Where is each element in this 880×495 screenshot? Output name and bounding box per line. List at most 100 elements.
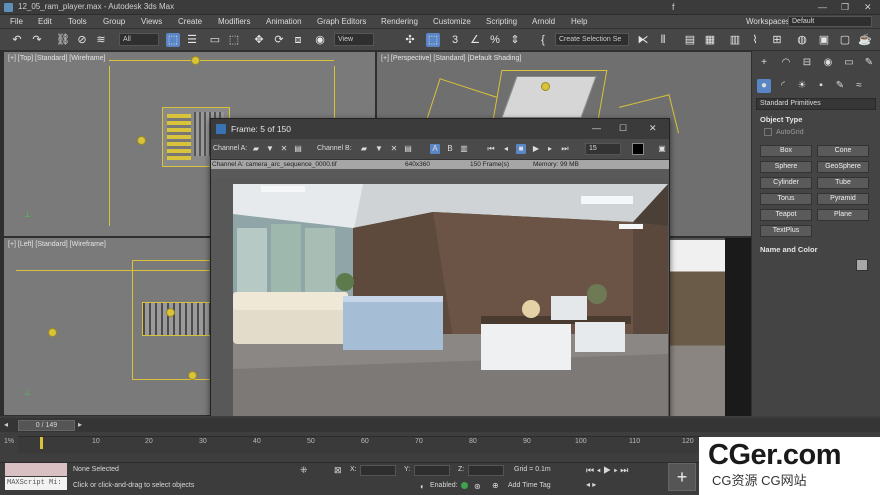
mirror-icon[interactable]: ⧔ [636, 33, 650, 47]
primitive-category-select[interactable]: Standard Primitives [756, 98, 876, 110]
add-key-icon[interactable]: + [668, 463, 696, 491]
go-to-start-icon[interactable]: ⏮ [486, 144, 496, 154]
object-color-swatch[interactable] [856, 259, 868, 271]
select-by-name-icon[interactable]: ☰ [185, 33, 199, 47]
playback-frame-rate-select[interactable]: 15 [585, 143, 621, 155]
link-icon[interactable]: ⛓ [56, 33, 70, 47]
menu-modifiers[interactable]: Modifiers [218, 17, 250, 26]
maxscript-listener[interactable] [5, 463, 67, 476]
ribbon-icon[interactable]: ▥ [728, 33, 742, 47]
menu-arnold[interactable]: Arnold [532, 17, 555, 26]
z-coord-field[interactable] [468, 465, 504, 476]
viewport-label-top[interactable]: [+] [Top] [Standard] [Wireframe] [8, 55, 105, 62]
menu-help[interactable]: Help [571, 17, 587, 26]
menu-group[interactable]: Group [103, 17, 125, 26]
menu-graph-editors[interactable]: Graph Editors [317, 17, 366, 26]
playback-controls[interactable]: ⏮ ◂ ▶ ▸ ⏭ [586, 465, 628, 476]
render-setup-icon[interactable]: ▣ [817, 33, 831, 47]
named-selection-set[interactable]: Create Selection Se [555, 33, 629, 46]
tube-button[interactable]: Tube [817, 177, 869, 189]
previous-frame-icon[interactable]: ◂ [501, 144, 511, 154]
select-manipulate-icon[interactable]: ⬚ [426, 33, 440, 47]
time-slider-left-arrow[interactable]: ◂ [4, 420, 8, 429]
y-coord-field[interactable] [414, 465, 450, 476]
menu-scripting[interactable]: Scripting [486, 17, 517, 26]
viewport-label-left[interactable]: [+] [Left] [Standard] [Wireframe] [8, 241, 106, 248]
ram-player-window[interactable]: Frame: 5 of 150 — ☐ ✕ Channel A: ▰ ▼ ✕ ▤… [210, 118, 670, 427]
spinner-snap-icon[interactable]: ⇕ [508, 33, 522, 47]
redo-icon[interactable]: ↷ [30, 33, 44, 47]
rotate-icon[interactable]: ⟳ [272, 33, 286, 47]
scene-explorer-icon[interactable]: ▤ [683, 33, 697, 47]
display-tab-icon[interactable]: ▭ [842, 56, 856, 70]
cameras-icon[interactable]: ▪ [814, 79, 828, 93]
save-channel-a-icon[interactable]: ▤ [293, 144, 303, 154]
textplus-button[interactable]: TextPlus [760, 225, 812, 237]
add-time-tag-button[interactable]: Add Time Tag [508, 482, 551, 489]
plane-button[interactable]: Plane [817, 209, 869, 221]
hierarchy-tab-icon[interactable]: ⊟ [800, 56, 814, 70]
menu-edit[interactable]: Edit [38, 17, 52, 26]
close-channel-b-icon[interactable]: ✕ [389, 144, 399, 154]
open-channel-b-icon[interactable]: ▰ [359, 144, 369, 154]
layer-explorer-icon[interactable]: ▦ [703, 33, 717, 47]
menu-file[interactable]: File [10, 17, 23, 26]
edit-named-selection-icon[interactable]: { [536, 33, 550, 47]
enabled-indicator[interactable] [461, 482, 468, 489]
close-icon[interactable]: ✕ [864, 2, 872, 13]
x-coord-field[interactable] [360, 465, 396, 476]
channel-a-toggle[interactable]: A [430, 144, 440, 154]
align-icon[interactable]: ⫴ [656, 33, 670, 47]
bind-spacewarp-icon[interactable]: ≋ [94, 33, 108, 47]
scale-icon[interactable]: ⧈ [291, 33, 305, 47]
frame-field[interactable]: ◂ ▸ [586, 480, 596, 489]
utilities-tab-icon[interactable]: ✎ [862, 56, 876, 70]
geosphere-button[interactable]: GeoSphere [817, 161, 869, 173]
time-slider[interactable]: 0 / 149 [18, 420, 75, 431]
snap-3-icon[interactable]: 3 [448, 33, 462, 47]
cylinder-button[interactable]: Cylinder [760, 177, 812, 189]
maximize-icon[interactable]: ☐ [619, 123, 627, 134]
place-icon[interactable]: ◉ [313, 33, 327, 47]
move-icon[interactable]: ✥ [252, 33, 266, 47]
close-icon[interactable]: ✕ [649, 123, 657, 134]
sphere-button[interactable]: Sphere [760, 161, 812, 173]
angle-snap-icon[interactable]: ∠ [468, 33, 482, 47]
menu-tools[interactable]: Tools [68, 17, 87, 26]
lights-icon[interactable]: ☀ [795, 79, 809, 93]
unlink-icon[interactable]: ⊘ [75, 33, 89, 47]
box-button[interactable]: Box [760, 145, 812, 157]
object-type-rollout[interactable]: Object Type [756, 114, 876, 126]
maximize-icon[interactable]: ❐ [841, 2, 849, 13]
time-slider-right-arrow[interactable]: ▸ [78, 420, 82, 429]
torus-button[interactable]: Torus [760, 193, 812, 205]
menu-create[interactable]: Create [178, 17, 202, 26]
save-channel-b-icon[interactable]: ▤ [403, 144, 413, 154]
open-last-channel-a-icon[interactable]: ▼ [265, 144, 275, 154]
autogrid-checkbox[interactable] [764, 128, 772, 136]
spacewarps-icon[interactable]: ≈ [852, 79, 866, 93]
isolate-selection-icon[interactable]: ⁜ [300, 465, 308, 476]
motion-tab-icon[interactable]: ◉ [821, 56, 835, 70]
menu-rendering[interactable]: Rendering [381, 17, 418, 26]
pyramid-button[interactable]: Pyramid [817, 193, 869, 205]
split-screen-icon[interactable]: ▥ [459, 144, 469, 154]
viewport-label-perspective[interactable]: [+] [Perspective] [Standard] [Default Sh… [381, 55, 521, 62]
create-tab-icon[interactable]: + [757, 56, 771, 70]
play-icon[interactable]: ▶ [531, 144, 541, 154]
select-object-icon[interactable]: ⬚ [166, 33, 180, 47]
curve-editor-icon[interactable]: ⌇ [748, 33, 762, 47]
rendered-frame-icon[interactable]: ▢ [838, 33, 852, 47]
minimize-icon[interactable]: — [818, 2, 827, 12]
close-channel-a-icon[interactable]: ✕ [279, 144, 289, 154]
minimize-icon[interactable]: — [592, 123, 601, 133]
go-to-end-icon[interactable]: ⏭ [560, 144, 570, 154]
timeline-track[interactable] [18, 436, 701, 453]
open-last-channel-b-icon[interactable]: ▼ [374, 144, 384, 154]
next-frame-icon[interactable]: ▸ [545, 144, 555, 154]
maxscript-mini-listener[interactable]: MAXScript Mi: [5, 477, 67, 490]
rect-selection-icon[interactable]: ▭ [208, 33, 222, 47]
frame-slider-track[interactable] [211, 169, 669, 178]
menu-customize[interactable]: Customize [433, 17, 471, 26]
time-tag-icon[interactable]: ⊛ [474, 482, 481, 491]
